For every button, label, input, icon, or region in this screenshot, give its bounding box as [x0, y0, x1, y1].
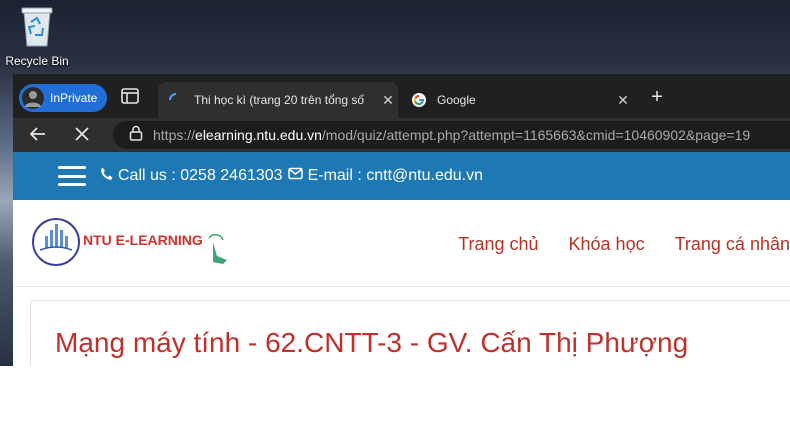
inprivate-badge[interactable]: InPrivate [19, 84, 107, 112]
main-menu: Trang chủ Khóa học Trang cá nhân [458, 234, 790, 255]
tab-strip: InPrivate Thi học kì (trang 20 trên tổng… [13, 74, 790, 118]
browser-window: InPrivate Thi học kì (trang 20 trên tổng… [13, 74, 790, 366]
url-text: https://elearning.ntu.edu.vn/mod/quiz/at… [153, 127, 750, 143]
new-tab-plus-icon[interactable]: + [647, 87, 667, 108]
menu-profile-link[interactable]: Trang cá nhân [675, 234, 790, 255]
tab-title: Thi học kì (trang 20 trên tổng số [194, 93, 365, 107]
back-arrow-icon[interactable] [27, 124, 49, 146]
address-bar[interactable]: https://elearning.ntu.edu.vn/mod/quiz/at… [113, 121, 790, 149]
brand-name: NTU E-LEARNING [83, 232, 203, 248]
course-header-card: Mạng máy tính - 62.CNTT-3 - GV. Cấn Thị … [30, 300, 790, 366]
phone-icon [100, 167, 113, 186]
close-tab-icon[interactable]: ✕ [613, 92, 633, 109]
tab-actions-icon[interactable] [121, 88, 139, 104]
contact-info: Call us : 0258 2461303 E-mail : cntt@ntu… [100, 167, 483, 186]
ntu-logo[interactable]: NTU E-LEARNING [31, 216, 231, 272]
tab-quiz[interactable]: Thi học kì (trang 20 trên tổng số ✕ [158, 82, 398, 118]
tab-title: Google [437, 93, 476, 107]
course-title: Mạng máy tính - 62.CNTT-3 - GV. Cấn Thị … [55, 327, 689, 358]
google-favicon-icon [411, 92, 427, 108]
profile-avatar-icon [22, 87, 44, 109]
close-tab-icon[interactable]: ✕ [378, 92, 398, 109]
browser-toolbar: https://elearning.ntu.edu.vn/mod/quiz/at… [13, 118, 790, 152]
recycle-bin-shortcut[interactable]: Recycle Bin [4, 4, 70, 68]
site-nav-row: NTU E-LEARNING Trang chủ Khóa học Trang … [13, 200, 790, 287]
tab-google[interactable]: Google ✕ [401, 82, 633, 118]
envelope-icon [287, 167, 303, 185]
call-us-text: Call us : 0258 2461303 [118, 167, 283, 184]
web-page: Call us : 0258 2461303 E-mail : cntt@ntu… [13, 152, 790, 366]
lock-icon[interactable] [129, 125, 143, 146]
recycle-bin-icon [20, 4, 54, 48]
url-path: /mod/quiz/attempt.php?attempt=1165663&cm… [321, 127, 751, 143]
menu-home-link[interactable]: Trang chủ [458, 234, 538, 255]
hamburger-menu-icon[interactable] [58, 166, 86, 186]
inprivate-label: InPrivate [50, 91, 98, 105]
url-host: elearning.ntu.edu.vn [195, 127, 322, 143]
loading-favicon-icon [168, 92, 184, 108]
email-text: E-mail : cntt@ntu.edu.vn [307, 167, 484, 184]
stop-loading-icon[interactable] [71, 124, 93, 146]
url-scheme: https:// [153, 127, 196, 143]
site-top-bar: Call us : 0258 2461303 E-mail : cntt@ntu… [13, 152, 790, 200]
recycle-bin-label: Recycle Bin [5, 54, 69, 68]
menu-courses-link[interactable]: Khóa học [569, 234, 645, 255]
screen: Recycle Bin InPrivate Thi học kì (trang … [0, 0, 790, 366]
